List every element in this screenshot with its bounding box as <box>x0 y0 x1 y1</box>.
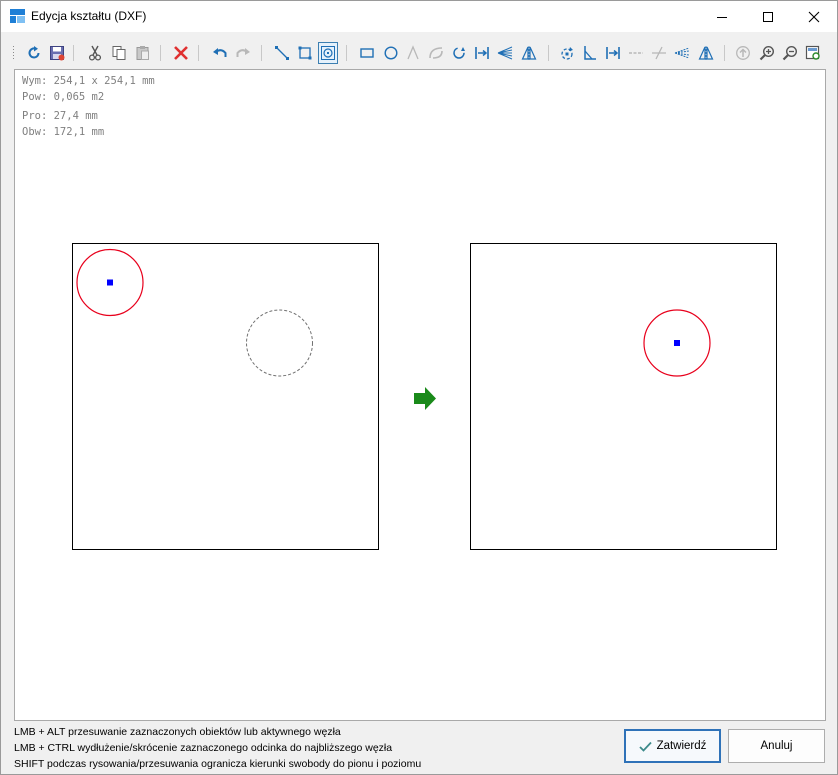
mirror-icon <box>521 46 537 60</box>
copy-button[interactable] <box>109 42 129 64</box>
refresh-icon <box>28 46 40 59</box>
up-icon <box>736 46 750 60</box>
copy-icon <box>112 46 126 60</box>
move-node-button[interactable] <box>603 42 623 64</box>
drawing-canvas[interactable]: Wym: 254,1 x 254,1 mm Pow: 0,065 m2 Pro:… <box>14 69 826 721</box>
close-icon <box>808 11 820 22</box>
mirror-node-icon <box>698 46 714 60</box>
trim-button[interactable] <box>649 42 669 64</box>
mirror-button[interactable] <box>519 42 539 64</box>
maximize-button[interactable] <box>745 1 791 32</box>
toolbar-separator <box>724 45 725 61</box>
zoom-fit-icon <box>805 45 820 60</box>
arc-icon <box>429 47 443 59</box>
confirm-button-label: Zatwierdź <box>656 740 707 752</box>
trim-icon <box>652 46 666 60</box>
undo-button[interactable] <box>210 42 230 64</box>
hint-line: LMB + ALT przesuwanie zaznaczonych obiek… <box>14 726 341 738</box>
zoom-in-icon <box>759 45 775 61</box>
hint-line: LMB + CTRL wydłużenie/skrócenie zaznaczo… <box>14 742 393 754</box>
align-icon <box>497 46 513 60</box>
hole-node-before[interactable] <box>107 279 113 286</box>
paste-icon <box>136 46 149 60</box>
close-button[interactable] <box>791 1 837 32</box>
maximize-icon <box>763 11 773 22</box>
rotate-node-icon <box>561 47 573 60</box>
move-node-icon <box>606 47 620 59</box>
refresh-button[interactable] <box>24 42 44 64</box>
chamfer-icon <box>584 46 596 60</box>
zoom-in-button[interactable] <box>757 42 777 64</box>
fillet-icon <box>407 45 419 60</box>
split-button[interactable] <box>626 42 646 64</box>
drawing-surface[interactable] <box>15 70 825 720</box>
app-icon <box>10 9 25 23</box>
toolbar <box>2 39 836 67</box>
paste-button[interactable] <box>133 42 153 64</box>
window-title: Edycja kształtu (DXF) <box>31 9 147 23</box>
arc-button[interactable] <box>426 42 446 64</box>
toolbar-separator <box>198 45 199 61</box>
circle-select-button[interactable] <box>318 42 338 64</box>
hints-panel: LMB + ALT przesuwanie zaznaczonych obiek… <box>14 724 421 772</box>
minimize-icon <box>717 16 727 18</box>
rectangle-icon <box>360 48 374 58</box>
hole-node-after[interactable] <box>674 340 680 346</box>
extend-button[interactable] <box>672 42 692 64</box>
hint-line: SHIFT podczas rysowania/przesuwania ogra… <box>14 758 422 770</box>
confirm-button[interactable]: Zatwierdź <box>624 729 721 763</box>
zoom-out-button[interactable] <box>780 42 800 64</box>
rectangle-button[interactable] <box>357 42 377 64</box>
circle-select-icon <box>321 46 335 60</box>
up-button[interactable] <box>733 42 753 64</box>
toolbar-separator <box>261 45 262 61</box>
fillet-button[interactable] <box>403 42 423 64</box>
line-select-button[interactable] <box>272 42 292 64</box>
title-bar[interactable]: Edycja kształtu (DXF) <box>1 1 837 32</box>
zoom-out-icon <box>782 45 798 61</box>
delete-button[interactable] <box>171 42 191 64</box>
toolbar-separator <box>548 45 549 61</box>
save-icon <box>50 46 65 61</box>
rect-select-button[interactable] <box>295 42 315 64</box>
cut-icon <box>88 45 102 61</box>
cut-button[interactable] <box>85 42 105 64</box>
target-hole-ghost <box>246 309 313 377</box>
check-icon <box>638 741 652 752</box>
move-button[interactable] <box>472 42 492 64</box>
toolbar-separator <box>160 45 161 61</box>
rotate-icon <box>453 47 465 59</box>
redo-icon <box>236 48 250 57</box>
dialog-window: Edycja kształtu (DXF) Wym: 254,1 x 254,1… <box>0 0 838 775</box>
circle-button[interactable] <box>381 42 401 64</box>
align-button[interactable] <box>495 42 515 64</box>
cancel-button-label: Anuluj <box>760 740 793 752</box>
transform-arrow-icon <box>414 387 436 410</box>
shape-before-outline[interactable] <box>72 243 379 550</box>
split-icon <box>629 52 643 54</box>
delete-icon <box>174 46 188 60</box>
shape-after-outline[interactable] <box>470 243 777 550</box>
rect-select-icon <box>298 46 312 60</box>
toolbar-separator <box>73 45 74 61</box>
chamfer-button[interactable] <box>580 42 600 64</box>
zoom-fit-button[interactable] <box>803 42 823 64</box>
mirror-node-button[interactable] <box>696 42 716 64</box>
move-icon <box>475 47 489 59</box>
minimize-button[interactable] <box>699 1 745 32</box>
redo-button[interactable] <box>233 42 253 64</box>
rotate-node-button[interactable] <box>557 42 577 64</box>
cancel-button[interactable]: Anuluj <box>728 729 825 763</box>
extend-icon <box>674 47 690 59</box>
circle-icon <box>384 46 398 60</box>
save-button[interactable] <box>47 42 67 64</box>
rotate-button[interactable] <box>449 42 469 64</box>
toolbar-grip[interactable] <box>12 45 15 61</box>
toolbar-separator <box>346 45 347 61</box>
undo-icon <box>213 48 227 57</box>
line-select-icon <box>275 46 289 60</box>
